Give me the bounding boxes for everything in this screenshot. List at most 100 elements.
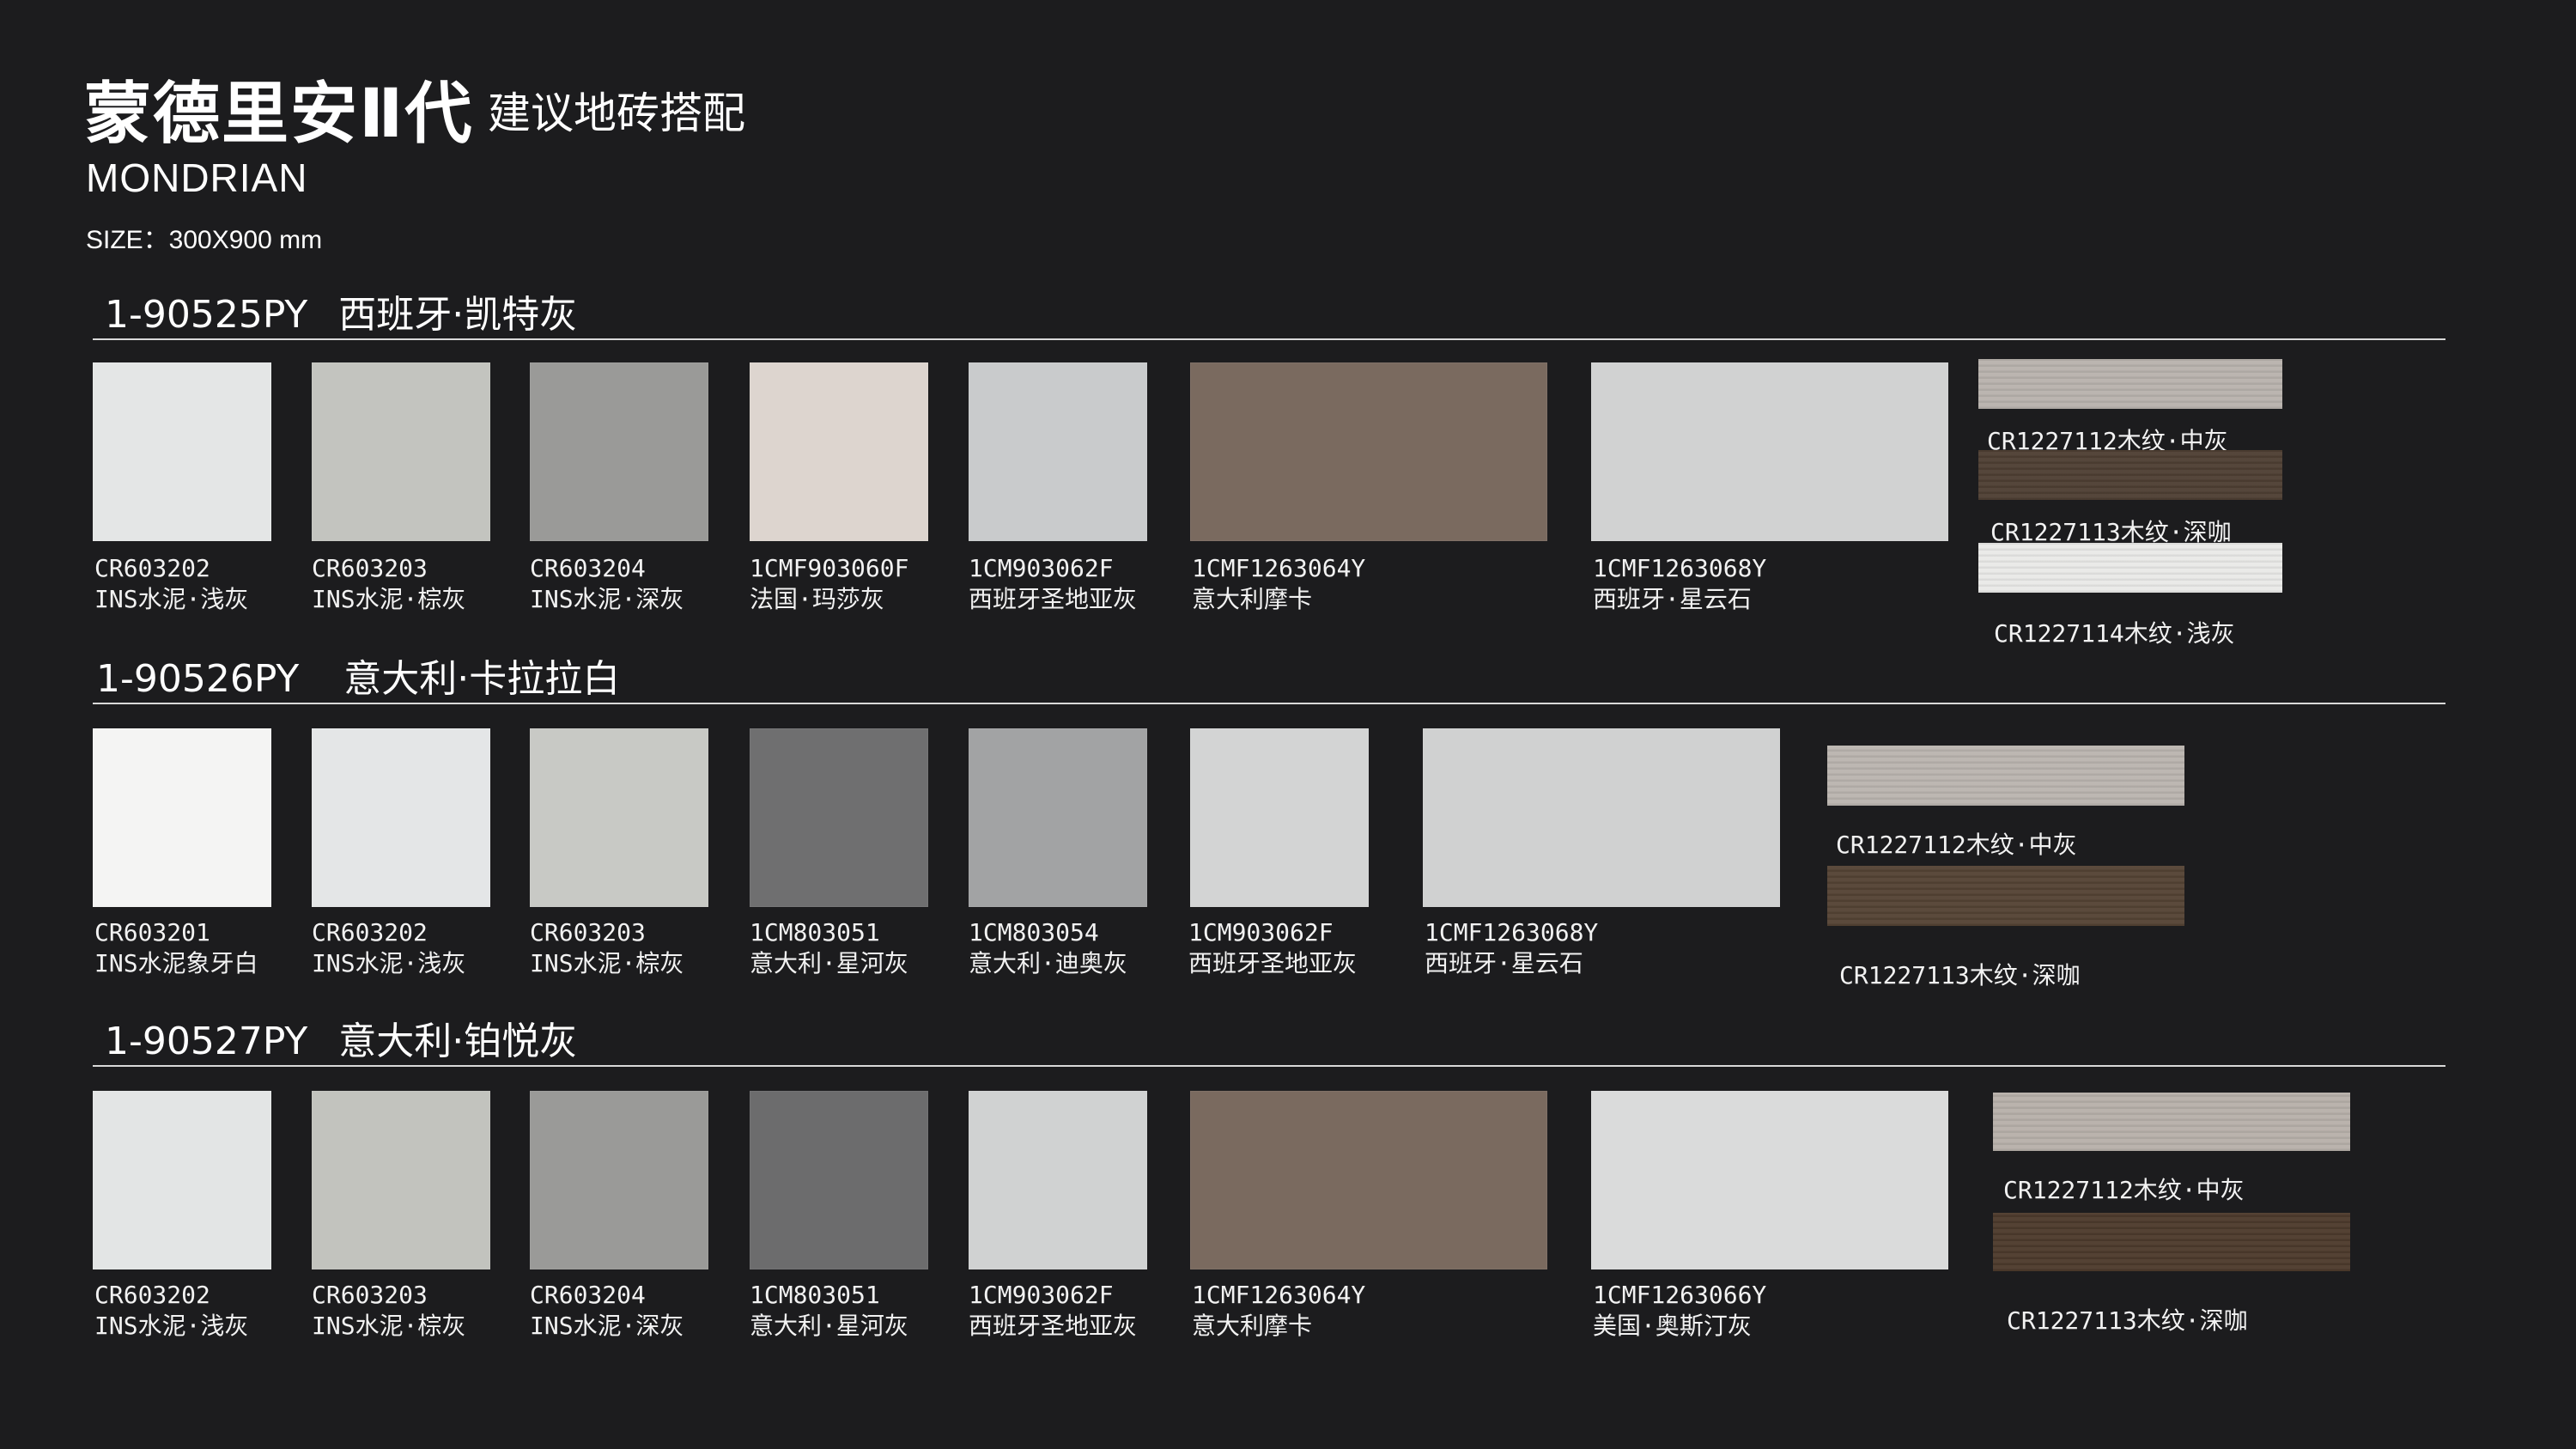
- wood-caption: CR1227114木纹·浅灰: [1994, 619, 2235, 648]
- tile-caption: 1CMF903060F 法国·玛莎灰: [750, 553, 908, 615]
- tile-name: 意大利·星河灰: [750, 949, 908, 977]
- tile-code: CR603201: [94, 918, 210, 947]
- tile-code: 1CM903062F: [969, 1281, 1114, 1309]
- tile-swatch: [1591, 1091, 1948, 1269]
- tile-swatch: [750, 1091, 928, 1269]
- tile-code: CR603202: [94, 1281, 210, 1309]
- tile-code: 1CMF1263066Y: [1593, 1281, 1767, 1309]
- section-divider: [93, 703, 2445, 704]
- tile-code: 1CMF903060F: [750, 554, 909, 582]
- tile-caption: 1CMF1263064Y 意大利摩卡: [1192, 1280, 1365, 1342]
- wood-caption: CR1227113木纹·深咖: [1839, 961, 2081, 989]
- tile-caption: CR603204 INS水泥·深灰: [530, 1280, 683, 1342]
- section-heading: 1-90526PY 意大利·卡拉拉白: [96, 648, 620, 703]
- tile-name: INS水泥·浅灰: [312, 949, 466, 977]
- tile-name: 法国·玛莎灰: [750, 585, 884, 613]
- tile-caption: CR603204 INS水泥·深灰: [530, 553, 683, 615]
- tile-caption: 1CMF1263064Y 意大利摩卡: [1192, 553, 1365, 615]
- size-spec: SIZE：300X900 mm: [86, 226, 323, 254]
- tile-caption: 1CMF1263068Y 西班牙·星云石: [1593, 553, 1766, 615]
- tile-name: 意大利·迪奥灰: [969, 949, 1127, 977]
- tile-name: 西班牙圣地亚灰: [1188, 949, 1358, 977]
- tile-name: INS水泥·棕灰: [312, 585, 466, 613]
- tile-code: 1CM903062F: [1188, 918, 1334, 947]
- tile-swatch: [312, 362, 490, 541]
- tile-code: 1CM903062F: [969, 554, 1114, 582]
- tile-caption: CR603202 INS水泥·浅灰: [94, 553, 248, 615]
- wood-swatch: [1978, 450, 2282, 500]
- tile-caption: CR603202 INS水泥·浅灰: [312, 917, 465, 979]
- tile-swatch: [312, 728, 490, 907]
- tile-caption: 1CMF1263066Y 美国·奥斯汀灰: [1593, 1280, 1766, 1342]
- tile-code: 1CMF1263064Y: [1192, 554, 1366, 582]
- tile-caption: 1CM803054 意大利·迪奥灰: [969, 917, 1127, 979]
- tile-swatch: [530, 1091, 708, 1269]
- tile-code: 1CMF1263064Y: [1192, 1281, 1366, 1309]
- tile-swatch: [750, 728, 928, 907]
- wood-caption: CR1227113木纹·深咖: [2007, 1306, 2248, 1335]
- wood-swatch: [1827, 866, 2184, 926]
- tile-caption: CR603201 INS水泥象牙白: [94, 917, 258, 979]
- tile-code: 1CMF1263068Y: [1425, 918, 1599, 947]
- tile-name: INS水泥·深灰: [530, 1312, 684, 1340]
- tile-code: CR603203: [312, 1281, 428, 1309]
- tile-swatch: [93, 362, 271, 541]
- tile-name: INS水泥·浅灰: [94, 1312, 249, 1340]
- tile-swatch: [750, 362, 928, 541]
- page-title: 蒙德里安Ⅱ代: [84, 76, 474, 153]
- wood-swatch: [1827, 746, 2184, 806]
- tile-caption: 1CM903062F 西班牙圣地亚灰: [969, 1280, 1137, 1342]
- tile-code: CR603202: [312, 918, 428, 947]
- tile-name: INS水泥·浅灰: [94, 585, 249, 613]
- tile-name: 西班牙·星云石: [1593, 585, 1752, 613]
- tile-swatch: [969, 728, 1147, 907]
- tile-caption: CR603203 INS水泥·棕灰: [312, 1280, 465, 1342]
- tile-caption: 1CM903062F 西班牙圣地亚灰: [969, 553, 1137, 615]
- section-name: 西班牙·凯特灰: [338, 293, 578, 337]
- tile-caption: CR603203 INS水泥·棕灰: [312, 553, 465, 615]
- tile-code: 1CM803054: [969, 918, 1099, 947]
- tile-code: CR603203: [312, 554, 428, 582]
- tile-caption: 1CM803051 意大利·星河灰: [750, 1280, 908, 1342]
- page-subtitle: 建议地砖搭配: [488, 88, 745, 138]
- brand-name: MONDRIAN: [86, 155, 308, 200]
- tile-swatch: [1190, 1091, 1547, 1269]
- tile-code: CR603204: [530, 1281, 646, 1309]
- tile-name: INS水泥·棕灰: [530, 949, 684, 977]
- tile-swatch: [1591, 362, 1948, 541]
- section-code: 1-90527PY: [105, 1020, 308, 1063]
- tile-name: 意大利·星河灰: [750, 1312, 908, 1340]
- tile-code: CR603203: [530, 918, 646, 947]
- section-name: 意大利·卡拉拉白: [343, 657, 621, 701]
- wood-caption: CR1227112木纹·中灰: [1836, 831, 2077, 859]
- tile-name: INS水泥·深灰: [530, 585, 684, 613]
- tile-name: 意大利摩卡: [1192, 1312, 1313, 1340]
- wood-swatch: [1993, 1213, 2350, 1271]
- tile-swatch: [530, 362, 708, 541]
- tile-swatch: [969, 1091, 1147, 1269]
- section-divider: [93, 338, 2445, 340]
- tile-caption: CR603203 INS水泥·棕灰: [530, 917, 683, 979]
- wood-swatch: [1978, 543, 2282, 593]
- tile-name: 西班牙·星云石: [1425, 949, 1583, 977]
- section-code: 1-90525PY: [105, 293, 308, 337]
- section-code: 1-90526PY: [96, 657, 300, 701]
- section-divider: [93, 1065, 2445, 1067]
- tile-code: 1CM803051: [750, 918, 880, 947]
- wood-swatch: [1993, 1093, 2350, 1151]
- tile-name: 西班牙圣地亚灰: [969, 1312, 1138, 1340]
- tile-caption: CR603202 INS水泥·浅灰: [94, 1280, 248, 1342]
- tile-caption: 1CMF1263068Y 西班牙·星云石: [1425, 917, 1598, 979]
- tile-swatch: [969, 362, 1147, 541]
- section-heading: 1-90525PY 西班牙·凯特灰: [105, 283, 577, 338]
- tile-swatch: [93, 728, 271, 907]
- tile-name: 西班牙圣地亚灰: [969, 585, 1138, 613]
- tile-caption: 1CM803051 意大利·星河灰: [750, 917, 908, 979]
- tile-name: INS水泥象牙白: [94, 949, 258, 977]
- section-name: 意大利·铂悦灰: [338, 1020, 578, 1063]
- tile-code: 1CMF1263068Y: [1593, 554, 1767, 582]
- tile-code: CR603204: [530, 554, 646, 582]
- tile-caption: 1CM903062F 西班牙圣地亚灰: [1188, 917, 1357, 979]
- section-heading: 1-90527PY 意大利·铂悦灰: [105, 1010, 577, 1065]
- tile-swatch: [1190, 728, 1369, 907]
